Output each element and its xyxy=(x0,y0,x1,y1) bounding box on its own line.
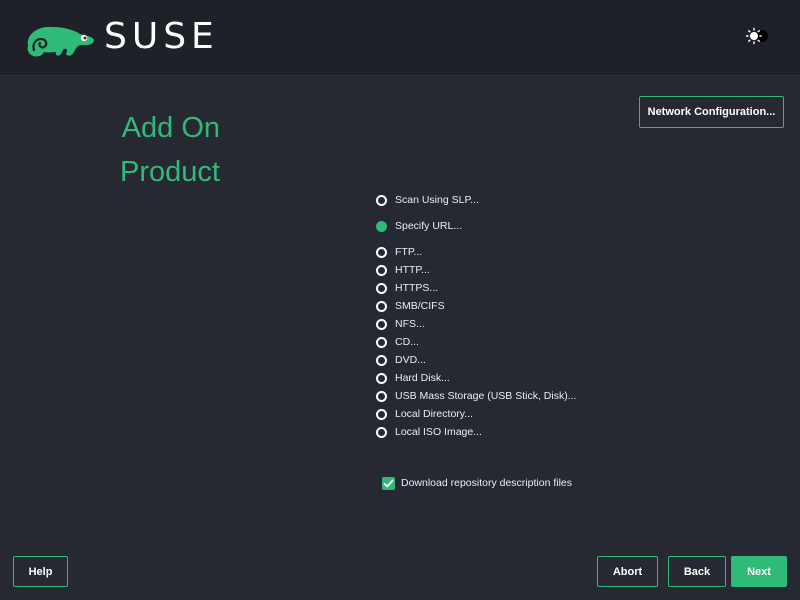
radio-specify-url[interactable]: Specify URL... xyxy=(376,219,462,233)
radio-indicator[interactable] xyxy=(376,300,387,312)
help-button[interactable]: Help xyxy=(13,556,68,587)
radio-label: FTP... xyxy=(395,246,423,258)
radio-label: Local Directory... xyxy=(395,408,473,420)
theme-toggle-icon[interactable] xyxy=(744,26,772,46)
radio-dvd[interactable]: DVD... xyxy=(376,353,426,367)
radio-label: DVD... xyxy=(395,354,426,366)
radio-indicator[interactable] xyxy=(376,372,387,384)
checkbox-label: Download repository description files xyxy=(401,477,572,489)
radio-indicator[interactable] xyxy=(376,390,387,402)
radio-label: HTTPS... xyxy=(395,282,439,294)
radio-indicator[interactable] xyxy=(376,354,387,366)
radio-smb-cifs[interactable]: SMB/CIFS xyxy=(376,299,445,313)
radio-indicator[interactable] xyxy=(376,220,387,232)
radio-indicator[interactable] xyxy=(376,318,387,330)
next-button[interactable]: Next xyxy=(731,556,787,587)
brand-wordmark: SUSE xyxy=(104,16,219,57)
radio-local-iso-image[interactable]: Local ISO Image... xyxy=(376,425,482,439)
radio-local-directory[interactable]: Local Directory... xyxy=(376,407,473,421)
radio-indicator[interactable] xyxy=(376,194,387,206)
page-title: Add On Product xyxy=(20,106,220,194)
checkbox-checked-icon[interactable] xyxy=(382,476,395,490)
radio-https[interactable]: HTTPS... xyxy=(376,281,438,295)
radio-cd[interactable]: CD... xyxy=(376,335,419,349)
radio-label: Hard Disk... xyxy=(395,372,450,384)
radio-label: SMB/CIFS xyxy=(395,300,445,312)
radio-indicator[interactable] xyxy=(376,282,387,294)
radio-label: NFS... xyxy=(395,318,425,330)
page-title-line2: Product xyxy=(120,156,220,188)
radio-indicator[interactable] xyxy=(376,408,387,420)
download-repo-description-checkbox[interactable]: Download repository description files xyxy=(382,476,572,490)
radio-label: Local ISO Image... xyxy=(395,426,482,438)
back-button[interactable]: Back xyxy=(668,556,726,587)
suse-chameleon-icon xyxy=(27,26,94,57)
radio-label: Scan Using SLP... xyxy=(395,194,479,206)
header-bar: SUSE xyxy=(0,0,800,74)
radio-label: HTTP... xyxy=(395,264,430,276)
radio-http[interactable]: HTTP... xyxy=(376,263,430,277)
page-title-line1: Add On xyxy=(121,112,220,144)
radio-hard-disk[interactable]: Hard Disk... xyxy=(376,371,450,385)
radio-label: Specify URL... xyxy=(395,220,463,232)
radio-indicator[interactable] xyxy=(376,336,387,348)
radio-indicator[interactable] xyxy=(376,246,387,258)
radio-nfs[interactable]: NFS... xyxy=(376,317,425,331)
abort-button[interactable]: Abort xyxy=(597,556,658,587)
radio-ftp[interactable]: FTP... xyxy=(376,245,422,259)
radio-label: CD... xyxy=(395,336,419,348)
radio-indicator[interactable] xyxy=(376,264,387,276)
radio-scan-slp[interactable]: Scan Using SLP... xyxy=(376,193,479,207)
network-configuration-button[interactable]: Network Configuration... xyxy=(639,96,784,128)
radio-usb-mass-storage[interactable]: USB Mass Storage (USB Stick, Disk)... xyxy=(376,389,576,403)
radio-label: USB Mass Storage (USB Stick, Disk)... xyxy=(395,390,577,402)
radio-indicator[interactable] xyxy=(376,426,387,438)
